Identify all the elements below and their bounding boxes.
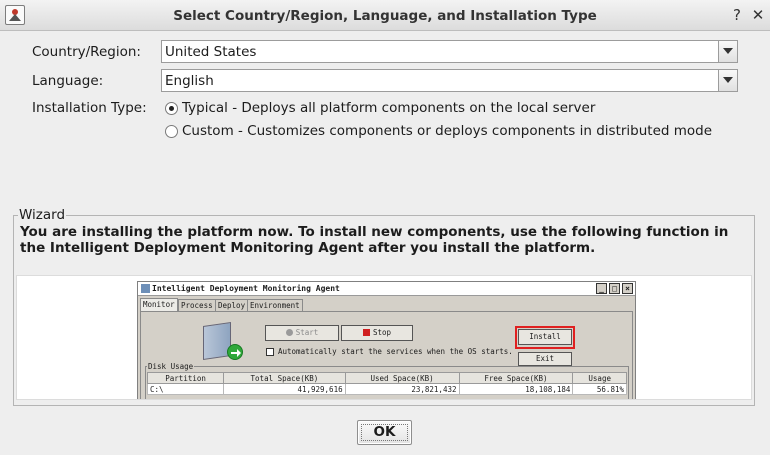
disk-col-usage: Usage (572, 372, 627, 384)
disk-col-partition: Partition (146, 372, 225, 384)
agent-app-icon (141, 284, 150, 293)
wizard-description: You are installing the platform now. To … (20, 224, 729, 256)
country-value: United States (165, 44, 257, 60)
language-value: English (165, 73, 214, 89)
window-title: Select Country/Region, Language, and Ins… (173, 8, 597, 24)
agent-tab-monitor: Monitor (140, 298, 178, 311)
agent-exit-button: Exit (518, 352, 572, 366)
close-icon: × (622, 283, 633, 294)
agent-title-bar: Intelligent Deployment Monitoring Agent … (138, 282, 635, 296)
agent-tab-process: Process (178, 299, 216, 311)
radio-unselected-icon[interactable] (165, 125, 178, 138)
help-icon[interactable]: ? (728, 5, 746, 25)
agent-autostart-checkbox (266, 348, 274, 356)
agent-start-button: Start (265, 325, 339, 341)
agent-monitor-panel: Start Stop Automatically start the servi… (140, 311, 633, 399)
agent-title: Intelligent Deployment Monitoring Agent (152, 284, 340, 293)
agent-autostart-label: Automatically start the services when th… (278, 347, 513, 356)
disk-cell: C:\ (146, 383, 225, 395)
agent-window: Intelligent Deployment Monitoring Agent … (137, 281, 636, 399)
country-select[interactable]: United States (161, 40, 738, 63)
maximize-icon: □ (609, 283, 620, 294)
disk-usage-title: Disk Usage (147, 362, 195, 371)
agent-start-label: Start (295, 328, 319, 337)
agent-tab-environment: Environment (247, 299, 303, 311)
minimize-icon: _ (596, 283, 607, 294)
disk-cell: 23,821,432 (344, 383, 460, 395)
title-bar: Select Country/Region, Language, and Ins… (0, 0, 770, 31)
stop-icon (362, 329, 370, 336)
start-icon (285, 329, 293, 336)
language-select[interactable]: English (161, 69, 738, 92)
agent-stop-button: Stop (341, 325, 413, 341)
install-type-label: Installation Type: (32, 100, 147, 116)
install-highlight (515, 326, 575, 349)
ok-button[interactable]: OK (357, 420, 412, 445)
radio-typical-label: Typical - Deploys all platform component… (182, 100, 596, 116)
disk-cell: 56.81% (572, 383, 627, 395)
chevron-down-icon[interactable] (718, 70, 737, 91)
arrow-icon (227, 344, 243, 360)
country-label: Country/Region: (32, 44, 141, 60)
chevron-down-icon[interactable] (718, 41, 737, 62)
table-row: C:\ 41,929,616 23,821,432 18,108,184 56.… (146, 383, 627, 395)
close-icon[interactable]: ✕ (749, 5, 767, 25)
radio-custom-label: Custom - Customizes components or deploy… (182, 123, 713, 139)
disk-col-free: Free Space(KB) (458, 372, 574, 384)
agent-screenshot: Intelligent Deployment Monitoring Agent … (16, 275, 752, 400)
disk-cell: 18,108,184 (458, 383, 574, 395)
wizard-group-title: Wizard (18, 207, 67, 223)
language-label: Language: (32, 73, 104, 89)
radio-selected-icon[interactable] (165, 102, 178, 115)
agent-tab-deploy: Deploy (215, 299, 249, 311)
disk-col-total: Total Space(KB) (223, 372, 346, 384)
disk-usage-table: Partition Total Space(KB) Used Space(KB)… (146, 372, 627, 395)
agent-stop-label: Stop (372, 328, 392, 337)
disk-col-used: Used Space(KB) (344, 372, 460, 384)
disk-cell: 41,929,616 (223, 383, 346, 395)
